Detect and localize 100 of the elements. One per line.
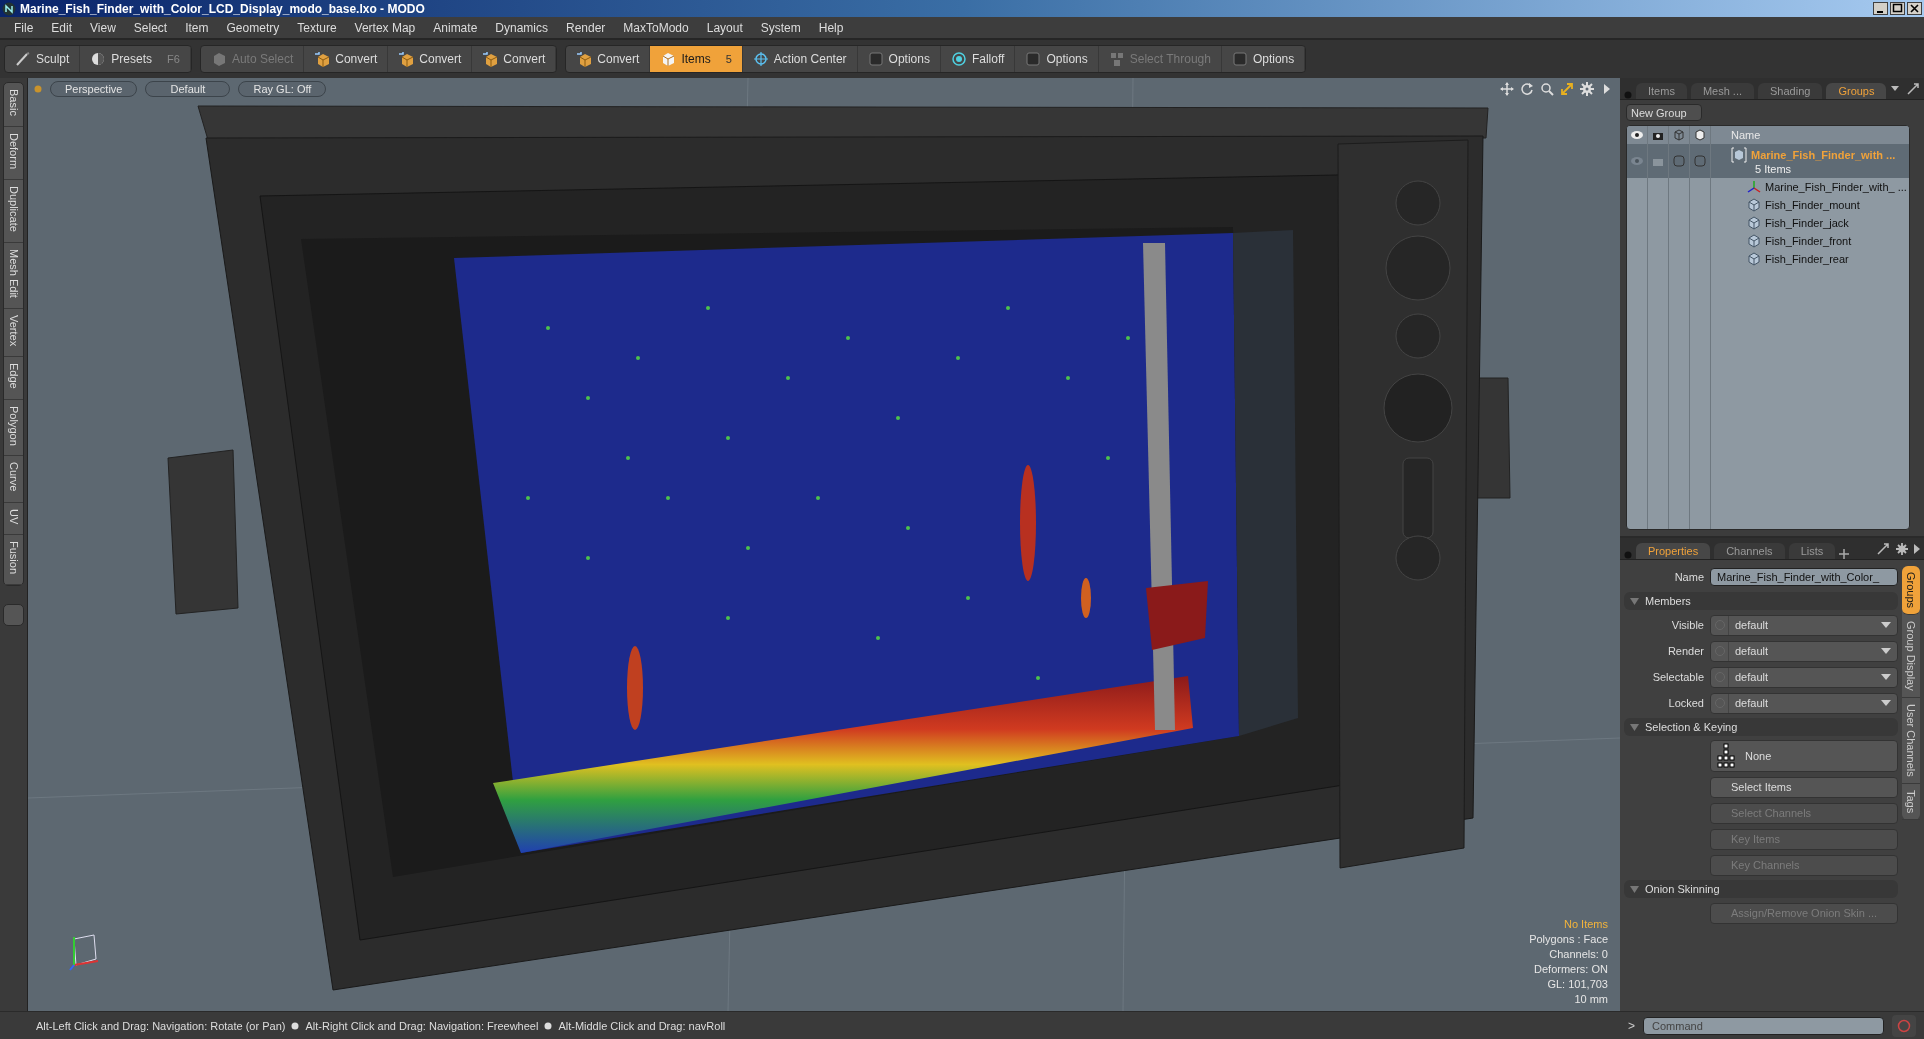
viewport-option[interactable]: Ray GL: Off [238,81,327,97]
dropdown-caret-icon[interactable] [1890,84,1901,93]
tree-row[interactable]: Marine_Fish_Finder_with_ ... [1627,178,1909,196]
dropdown-caret-icon [1881,700,1891,706]
panel-dot-icon [1624,91,1632,99]
tool-button[interactable]: Falloff [940,46,1016,72]
dropdown[interactable]: default [1710,640,1898,662]
side-tab[interactable]: Edge [4,356,23,400]
dropdown-caret-icon [1881,622,1891,628]
panel-tab[interactable]: Items [1636,83,1687,99]
panel-tab[interactable]: Channels [1714,543,1785,559]
tool-button[interactable]: Sculpt [5,46,81,72]
record-button[interactable] [1892,1014,1916,1037]
menu-item[interactable]: Vertex Map [345,20,425,35]
tool-button[interactable]: Action Center [742,46,858,72]
selection-picker[interactable]: None [1710,740,1898,772]
section-toggle-icon[interactable] [1630,722,1639,732]
tree-row[interactable]: Fish_Finder_front [1627,232,1909,250]
section-header[interactable]: Onion Skinning [1624,880,1898,898]
menu-item[interactable]: Dynamics [486,20,557,35]
menu-item[interactable]: Geometry [217,20,289,35]
play-arrow-icon[interactable] [1914,543,1920,554]
side-tab[interactable]: Fusion [4,535,23,586]
settings-icon[interactable] [1580,82,1594,96]
maximize-button[interactable] [1890,2,1905,15]
side-tab[interactable]: Curve [4,456,23,503]
section-header[interactable]: Selection & Keying [1624,718,1898,736]
menu-item[interactable]: Item [176,20,218,35]
section-toggle-icon[interactable] [1630,884,1639,894]
side-tab[interactable]: Basic [4,83,23,127]
bullet-icon [291,1021,300,1030]
section-toggle-icon[interactable] [1630,596,1639,606]
side-tab[interactable]: Deform [4,126,23,180]
tree-row[interactable]: Fish_Finder_jack [1627,214,1909,232]
side-tab[interactable]: Tags [1902,783,1920,820]
menu-item[interactable]: Edit [42,20,82,35]
tool-button[interactable]: Options [1221,46,1306,72]
viewport-option[interactable]: Perspective [50,81,138,97]
tool-button[interactable]: Options [857,46,941,72]
menu-item[interactable]: Animate [424,20,487,35]
panel-tab[interactable]: Lists [1788,543,1836,559]
section-title: Onion Skinning [1645,883,1720,895]
tool-button[interactable]: Convert [388,46,473,72]
dropdown[interactable]: default [1710,692,1898,714]
new-group-button[interactable]: New Group [1626,104,1702,121]
menu-item[interactable]: Texture [288,20,346,35]
command-field[interactable]: Command [1643,1016,1884,1035]
tree-row[interactable]: Marine_Fish_Finder_with ... 5 Items [1627,144,1909,178]
menu-item[interactable]: Help [809,20,853,35]
side-tab[interactable]: Group Display [1902,615,1920,698]
minimize-button[interactable] [1873,2,1888,15]
tool-button[interactable]: Options [1015,46,1099,72]
menu-item[interactable]: Render [557,20,615,35]
name-field[interactable]: Marine_Fish_Finder_with_Color_ [1710,568,1898,586]
tree-row[interactable]: Fish_Finder_rear [1627,250,1909,268]
side-tab[interactable]: User Channels [1902,697,1920,784]
menu-item[interactable]: File [5,20,43,35]
viewport-option[interactable]: Default [145,81,231,97]
dropdown[interactable]: default [1710,666,1898,688]
side-tab[interactable]: Groups [1902,566,1920,616]
search-icon[interactable] [1540,82,1554,96]
action-button[interactable]: Select Items [1710,776,1898,798]
menu-item[interactable]: View [81,20,125,35]
tool-button[interactable]: Convert [304,46,389,72]
menu-item[interactable]: MaxToModo [614,20,698,35]
options-square-icon [1231,51,1248,67]
dropdown[interactable]: default [1710,614,1898,636]
expand-icon[interactable] [1876,542,1890,555]
tree-row[interactable]: Fish_Finder_mount [1627,196,1909,214]
menu-item[interactable]: System [751,20,810,35]
cube-convert-icon [398,51,415,67]
app-logo-icon [2,1,16,16]
maximize-icon[interactable] [1560,82,1574,96]
tool-button[interactable]: Presets F6 [80,46,191,72]
tool-button[interactable]: Items 5 [650,46,743,72]
close-button[interactable] [1907,2,1922,15]
side-tab[interactable]: Vertex [4,308,23,357]
move-icon[interactable] [1500,82,1514,96]
viewport-info-text: No Items [1563,917,1608,932]
menu-item[interactable]: Layout [697,20,752,35]
panel-tab[interactable]: Properties [1636,543,1711,559]
panel-tab[interactable]: Shading [1758,83,1823,99]
status-hint: Alt-Left Click and Drag: Navigation: Rotate (or Pan) [36,1019,286,1032]
panel-tab[interactable]: Groups [1826,83,1887,99]
add-icon[interactable] [1839,549,1850,559]
ring-icon [1897,1018,1911,1033]
side-tab[interactable]: Mesh Edit [4,242,23,309]
side-tab[interactable]: UV [4,502,23,536]
rotate-icon[interactable] [1520,82,1534,96]
section-header[interactable]: Members [1624,592,1898,610]
side-tab[interactable]: Duplicate [4,179,23,243]
panel-tab[interactable]: Mesh ... [1690,83,1755,99]
tool-button[interactable]: Convert [472,46,557,72]
item-name: Fish_Finder_front [1765,235,1852,247]
menu-item[interactable]: Select [124,20,177,35]
settings-icon[interactable] [1896,542,1908,555]
side-tab[interactable]: Polygon [4,399,23,457]
field-label: Selectable [1651,671,1704,683]
expand-icon[interactable] [1906,82,1921,95]
cube-icon [1747,216,1761,230]
